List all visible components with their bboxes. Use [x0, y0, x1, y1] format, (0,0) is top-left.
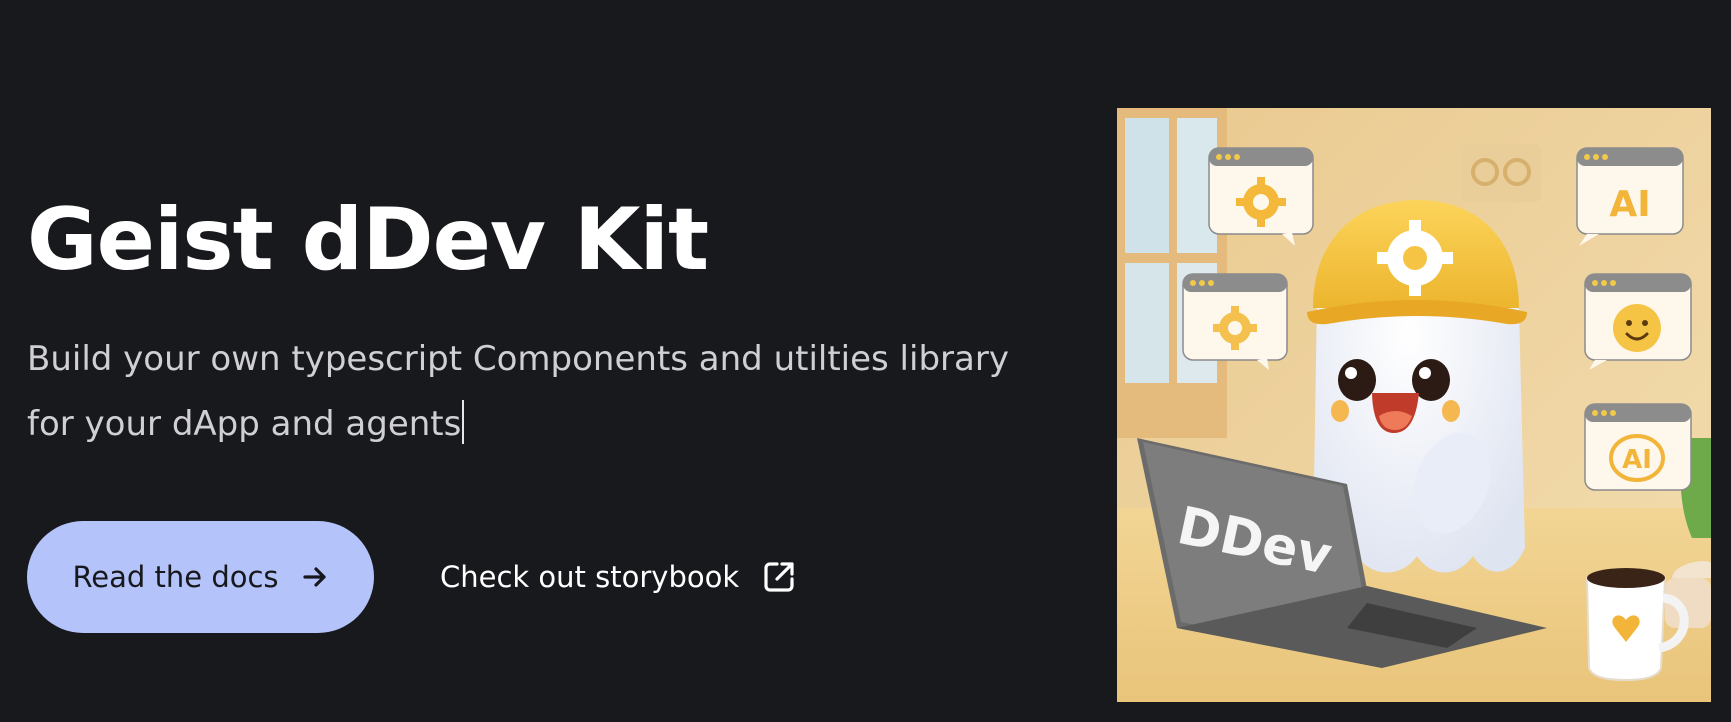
ghost-developer-illustration: AI AI DDev: [1117, 108, 1711, 702]
check-out-storybook-label: Check out storybook: [440, 560, 740, 594]
hero-section: Geist dDev Kit Build your own typescript…: [27, 0, 1037, 722]
arrow-right-icon: [301, 563, 329, 591]
text-caret: [462, 400, 465, 444]
check-out-storybook-link[interactable]: Check out storybook: [440, 551, 797, 603]
ai-circle-bubble-text: AI: [1622, 445, 1652, 475]
external-link-icon: [761, 559, 797, 595]
smiley-icon: [1613, 304, 1661, 352]
gear-bubble-mid-left: [1182, 273, 1288, 370]
read-the-docs-label: Read the docs: [72, 560, 279, 594]
hero-subtitle: Build your own typescript Components and…: [27, 327, 1037, 457]
ai-bubble-text: AI: [1609, 184, 1650, 225]
ai-circle-bubble-lower-right: AI: [1584, 403, 1692, 491]
page-title: Geist dDev Kit: [27, 190, 709, 290]
hero-subtitle-text: Build your own typescript Components and…: [27, 339, 1009, 444]
smiley-bubble-mid-right: [1584, 273, 1692, 370]
gear-bubble-top-left: [1208, 147, 1314, 246]
ai-bubble-top-right: AI: [1576, 147, 1684, 246]
read-the-docs-button[interactable]: Read the docs: [27, 521, 374, 633]
